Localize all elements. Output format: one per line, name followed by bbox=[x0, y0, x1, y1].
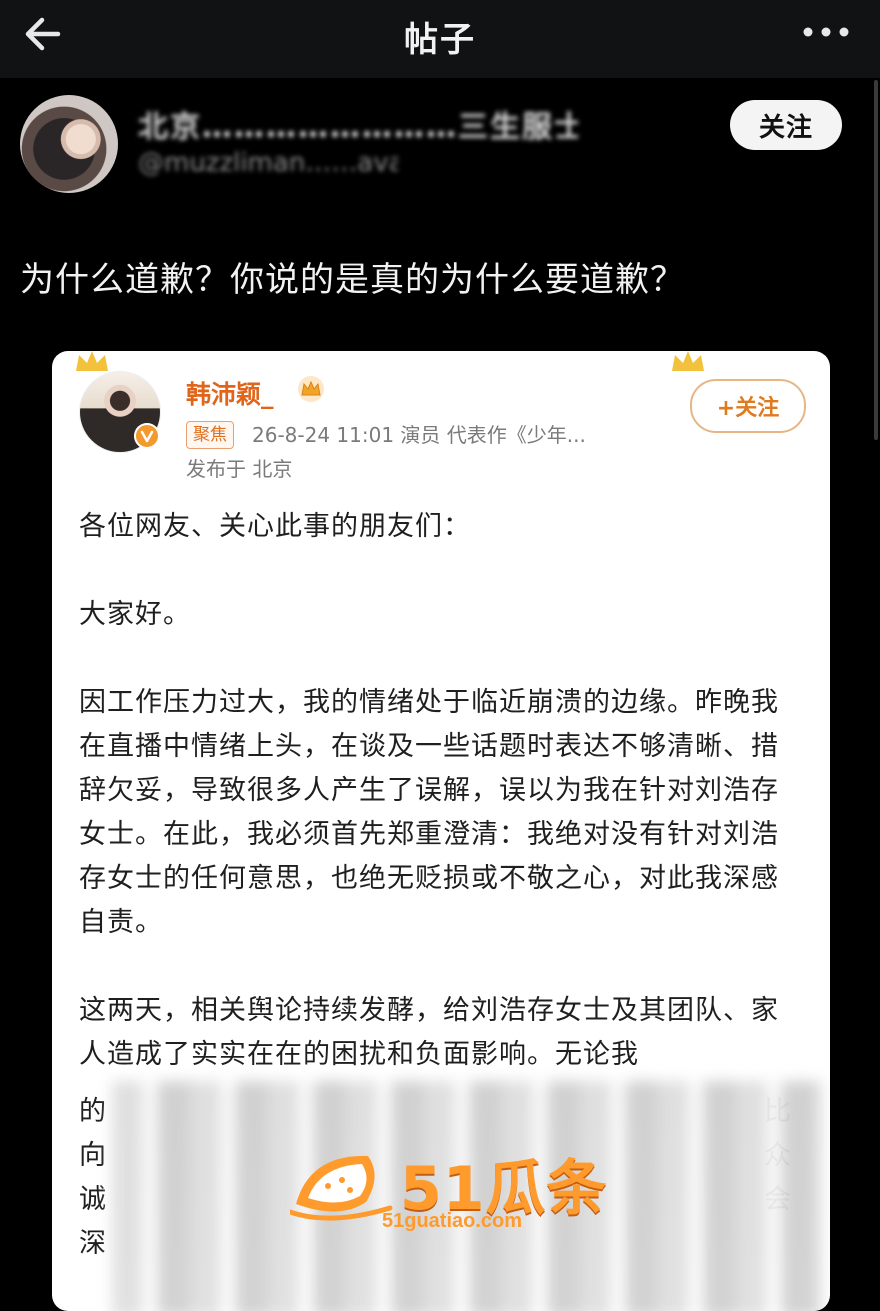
more-options-icon[interactable] bbox=[796, 14, 856, 50]
follow-button[interactable]: 关注 bbox=[730, 100, 842, 150]
watermelon-logo-icon bbox=[290, 1155, 393, 1221]
scrollbar[interactable] bbox=[874, 80, 878, 440]
poster-name[interactable]: 北京……………………三生服士 bbox=[138, 102, 578, 140]
statement-text: 各位网友、关心此事的朋友们： 大家好。 因工作压力过大，我的情绪处于临近崩溃的边… bbox=[79, 505, 803, 1121]
watermark-url: 51guatiao.com bbox=[382, 1210, 523, 1232]
author-follow-button[interactable]: +关注 bbox=[690, 379, 806, 433]
post-meta: 26-8-24 11:01 演员 代表作《少年... bbox=[252, 423, 586, 447]
vip-crown-icon bbox=[298, 376, 324, 402]
verified-badge-icon bbox=[134, 423, 160, 449]
statement-paragraph: 因工作压力过大，我的情绪处于临近崩溃的边缘。昨晚我在直播中情绪上头，在谈及一些话… bbox=[79, 687, 779, 938]
post-location: 发布于 北京 bbox=[186, 457, 293, 481]
top-bar: 帖子 bbox=[0, 0, 880, 78]
statement-paragraph: 这两天，相关舆论持续发酵，给刘浩存女士及其团队、家人造成了实实在在的困扰和负面影… bbox=[79, 995, 779, 1070]
author-name[interactable]: 韩沛颖_ bbox=[186, 375, 274, 411]
crown-decoration-icon bbox=[672, 351, 704, 371]
partial-text: 向 bbox=[79, 1140, 106, 1171]
poster-handle: @muzzliman……ava bbox=[138, 148, 398, 178]
site-watermark: 51瓜条 51guatiao.com bbox=[290, 1140, 630, 1240]
statement-paragraph: 各位网友、关心此事的朋友们： bbox=[79, 511, 471, 542]
poster-avatar[interactable] bbox=[20, 95, 118, 193]
page-title: 帖子 bbox=[404, 20, 476, 60]
partial-text: 诚 bbox=[79, 1184, 106, 1215]
post-text: 为什么道歉？你说的是真的为什么要道歉？ bbox=[20, 260, 685, 300]
focus-tag: 聚焦 bbox=[186, 421, 234, 449]
partial-text: 深 bbox=[79, 1228, 106, 1259]
statement-paragraph: 大家好。 bbox=[79, 599, 191, 630]
partial-text: 的 bbox=[79, 1096, 106, 1127]
crown-decoration-icon bbox=[76, 351, 108, 371]
